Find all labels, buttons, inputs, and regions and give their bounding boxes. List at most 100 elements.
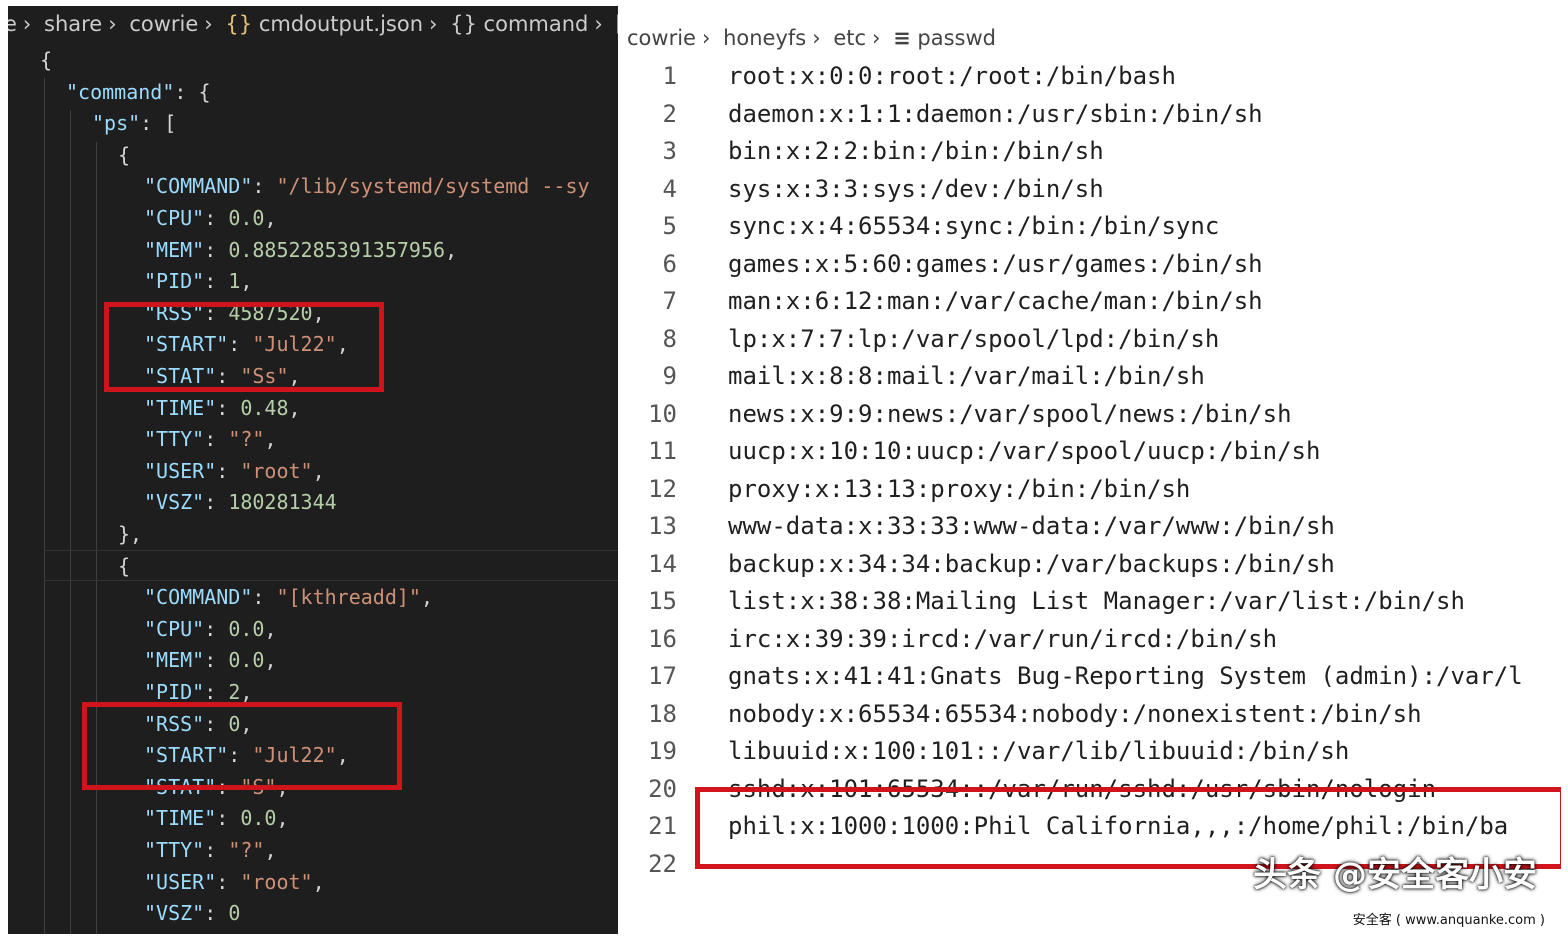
code-token: 0.8852285391357956	[228, 237, 446, 262]
line-number: 8	[662, 324, 677, 353]
line-number: 13	[648, 512, 677, 540]
passwd-line[interactable]: 3 bin:x:2:2:bin:/bin:/bin/sh	[621, 133, 1561, 171]
code-line[interactable]: "CPU": 0.0,	[144, 202, 276, 234]
code-line[interactable]: "VSZ": 0	[144, 897, 240, 929]
code-token: "command"	[66, 79, 175, 104]
line-number: 21	[648, 812, 677, 840]
code-token: "root"	[240, 458, 313, 483]
json-object-icon: {}	[225, 12, 253, 36]
passwd-line[interactable]: 1 root:x:0:0:root:/root:/bin/bash	[621, 58, 1561, 96]
code-line[interactable]: "command": {	[66, 76, 211, 108]
passwd-line[interactable]: 12 proxy:x:13:13:proxy:/bin:/bin/sh	[621, 471, 1561, 509]
code-token: {	[118, 142, 131, 167]
code-token: {	[118, 553, 131, 578]
code-line[interactable]: "COMMAND": "[kthreadd]",	[144, 581, 433, 613]
code-line[interactable]: "TIME": 0.0,	[144, 802, 289, 834]
code-token: "ps"	[92, 111, 141, 136]
code-token: :	[204, 616, 229, 641]
indent-guide	[70, 110, 71, 934]
code-token: ,	[312, 458, 325, 483]
breadcrumb-item[interactable]: etc	[833, 26, 866, 50]
passwd-line[interactable]: 19 libuuid:x:100:101::/var/lib/libuuid:/b…	[621, 733, 1561, 771]
code-token: ,	[264, 206, 277, 230]
code-token: ,	[276, 806, 289, 831]
passwd-line[interactable]: 10 news:x:9:9:news:/var/spool/news:/bin/s…	[621, 396, 1561, 434]
breadcrumb-item[interactable]: share	[44, 12, 102, 36]
line-text: man:x:6:12:man:/var/cache/man:/bin/sh	[728, 287, 1263, 315]
code-token: "USER"	[144, 458, 217, 483]
code-line[interactable]: "TTY": "?",	[144, 423, 276, 455]
passwd-line[interactable]: 11 uucp:x:10:10:uucp:/var/spool/uucp:/bin…	[621, 433, 1561, 471]
code-line[interactable]: "USER": "root",	[144, 866, 325, 898]
code-line[interactable]: "TIME": 0.48,	[144, 392, 301, 424]
watermark: 头条 @安全客小安	[1253, 855, 1537, 895]
passwd-line[interactable]: 4 sys:x:3:3:sys:/dev:/bin/sh	[621, 171, 1561, 209]
code-token: ,	[264, 648, 277, 673]
code-token: :	[252, 174, 277, 199]
passwd-line[interactable]: 15 list:x:38:38:Mailing List Manager:/var…	[621, 583, 1561, 621]
code-line[interactable]: "VSZ": 180281344	[144, 486, 337, 518]
code-line[interactable]: {	[40, 44, 52, 76]
code-token: },	[118, 522, 143, 546]
breadcrumb-item[interactable]: cowrie	[129, 12, 198, 36]
line-text: sys:x:3:3:sys:/dev:/bin/sh	[728, 174, 1104, 203]
passwd-line[interactable]: 9 mail:x:8:8:mail:/var/mail:/bin/sh	[621, 358, 1561, 396]
line-text: nobody:x:65534:65534:nobody:/nonexistent…	[728, 699, 1422, 728]
code-token: 0.0	[228, 648, 265, 673]
line-text: www-data:x:33:33:www-data:/var/www:/bin/…	[728, 512, 1335, 540]
breadcrumb-item[interactable]: cmdoutput.json	[259, 12, 423, 36]
watermark-sub: 安全客 ( www.anquanke.com )	[1352, 913, 1545, 928]
code-token: : {	[174, 79, 211, 104]
code-token: ,	[240, 680, 253, 704]
code-token: :	[204, 648, 229, 673]
passwd-line[interactable]: 6 games:x:5:60:games:/usr/games:/bin/sh	[621, 246, 1561, 284]
line-text: mail:x:8:8:mail:/var/mail:/bin/sh	[728, 362, 1205, 390]
code-token: "[kthreadd]"	[276, 585, 421, 610]
code-line[interactable]: {	[118, 139, 130, 171]
passwd-line[interactable]: 5 sync:x:4:65534:sync:/bin:/bin/sync	[621, 208, 1561, 246]
code-line[interactable]: "USER": "root",	[144, 455, 325, 487]
passwd-line[interactable]: 13 www-data:x:33:33:www-data:/var/www:/bi…	[621, 508, 1561, 546]
code-token: :	[204, 269, 229, 294]
line-number: 3	[662, 137, 677, 165]
code-line[interactable]: "TTY": "?",	[144, 834, 276, 866]
code-token: 1	[228, 269, 241, 294]
line-number: 1	[662, 62, 677, 90]
code-token: :	[204, 427, 229, 452]
line-text: proxy:x:13:13:proxy:/bin:/bin/sh	[728, 474, 1191, 503]
passwd-line[interactable]: 7 man:x:6:12:man:/var/cache/man:/bin/sh	[621, 283, 1561, 321]
passwd-line[interactable]: 8 lp:x:7:7:lp:/var/spool/lpd:/bin/sh	[621, 321, 1561, 359]
code-line[interactable]: "COMMAND": "/lib/systemd/systemd --sy	[144, 170, 590, 202]
code-line[interactable]: "CPU": 0.0,	[144, 613, 276, 645]
line-number: 17	[648, 662, 677, 690]
passwd-line[interactable]: 16 irc:x:39:39:ircd:/var/run/ircd:/bin/sh	[621, 621, 1561, 659]
code-token: {	[40, 48, 53, 72]
code-line[interactable]: {	[118, 550, 130, 582]
breadcrumb-item[interactable]: command	[484, 12, 589, 36]
passwd-line[interactable]: 14 backup:x:34:34:backup:/var/backups:/bi…	[621, 546, 1561, 584]
code-token: "PID"	[144, 680, 205, 704]
code-token: 0.0	[240, 806, 277, 831]
breadcrumb-item[interactable]: cowrie	[627, 26, 696, 50]
breadcrumb-item[interactable]: e	[8, 12, 17, 36]
code-line[interactable]: "ps": [	[92, 107, 176, 139]
code-line[interactable]: "MEM": 0.0,	[144, 644, 276, 676]
passwd-line[interactable]: 18 nobody:x:65534:65534:nobody:/nonexiste…	[621, 696, 1561, 734]
line-text: list:x:38:38:Mailing List Manager:/var/l…	[728, 587, 1465, 615]
line-number: 6	[662, 249, 677, 278]
passwd-line[interactable]: 2 daemon:x:1:1:daemon:/usr/sbin:/bin/sh	[621, 96, 1561, 134]
passwd-line[interactable]: 17 gnats:x:41:41:Gnats Bug-Reporting Syst…	[621, 658, 1561, 696]
code-line[interactable]: },	[118, 518, 142, 550]
line-text: lp:x:7:7:lp:/var/spool/lpd:/bin/sh	[728, 324, 1220, 353]
code-token: "COMMAND"	[144, 585, 253, 610]
code-token: "MEM"	[144, 237, 205, 262]
code-token: 0.0	[228, 616, 265, 641]
passwd-editor-pane: cowrie › honeyfs › etc › ≡ passwd 1 root:x:0…	[621, 6, 1561, 934]
breadcrumb-item[interactable]: passwd	[917, 26, 996, 50]
code-token: :	[204, 237, 229, 262]
line-number: 12	[648, 474, 677, 503]
code-line[interactable]: "MEM": 0.8852285391357956,	[144, 234, 457, 266]
line-number: 11	[648, 437, 677, 465]
breadcrumb-item[interactable]: honeyfs	[723, 26, 806, 50]
code-line[interactable]: "PID": 1,	[144, 265, 252, 297]
